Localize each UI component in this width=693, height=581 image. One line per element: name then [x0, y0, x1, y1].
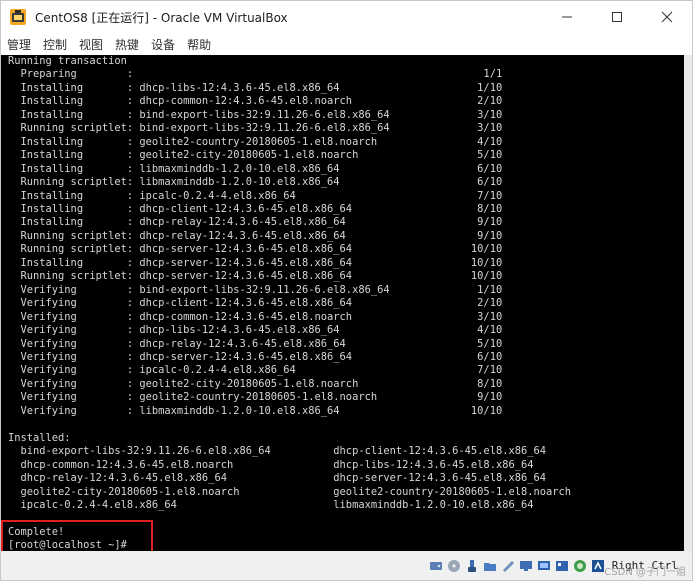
status-bar: Right Ctrl [1, 551, 692, 580]
background-window-edge [684, 55, 692, 551]
watermark: CSDN @子门一姐 [604, 567, 686, 578]
maximize-icon [612, 12, 622, 22]
optical-drive-icon[interactable] [446, 558, 462, 574]
close-button[interactable] [642, 1, 692, 33]
virtualbox-window: CentOS8 [正在运行] - Oracle VM VirtualBox 管理… [0, 0, 693, 581]
window-title: CentOS8 [正在运行] - Oracle VM VirtualBox [35, 10, 288, 25]
menu-item-view[interactable]: 视图 [79, 36, 103, 53]
menu-item-manage[interactable]: 管理 [7, 36, 31, 53]
console-output: Running transaction Preparing : 1/1 Inst… [8, 55, 572, 551]
recording-icon[interactable] [536, 558, 552, 574]
minimize-button[interactable] [542, 1, 592, 33]
display-icon[interactable] [500, 558, 516, 574]
shared-folders-icon[interactable] [482, 558, 498, 574]
menu-item-control[interactable]: 控制 [43, 36, 67, 53]
menu-item-hotkeys[interactable]: 热键 [115, 36, 139, 53]
network-icon[interactable] [518, 558, 534, 574]
mouse-integration-icon[interactable] [554, 558, 570, 574]
cpu-icon[interactable] [572, 558, 588, 574]
menu-bar: 管理 控制 视图 热键 设备 帮助 [1, 33, 692, 55]
virtualbox-app-icon [9, 8, 27, 26]
close-icon [661, 11, 673, 23]
menu-item-help[interactable]: 帮助 [187, 36, 211, 53]
status-icons [426, 558, 606, 574]
minimize-icon [562, 16, 572, 18]
vm-console-screen[interactable]: Running transaction Preparing : 1/1 Inst… [1, 55, 684, 551]
hard-disk-icon[interactable] [428, 558, 444, 574]
title-bar[interactable]: CentOS8 [正在运行] - Oracle VM VirtualBox [1, 1, 692, 33]
maximize-button[interactable] [592, 1, 642, 33]
menu-item-devices[interactable]: 设备 [151, 36, 175, 53]
window-controls [542, 1, 692, 33]
usb-icon[interactable] [464, 558, 480, 574]
